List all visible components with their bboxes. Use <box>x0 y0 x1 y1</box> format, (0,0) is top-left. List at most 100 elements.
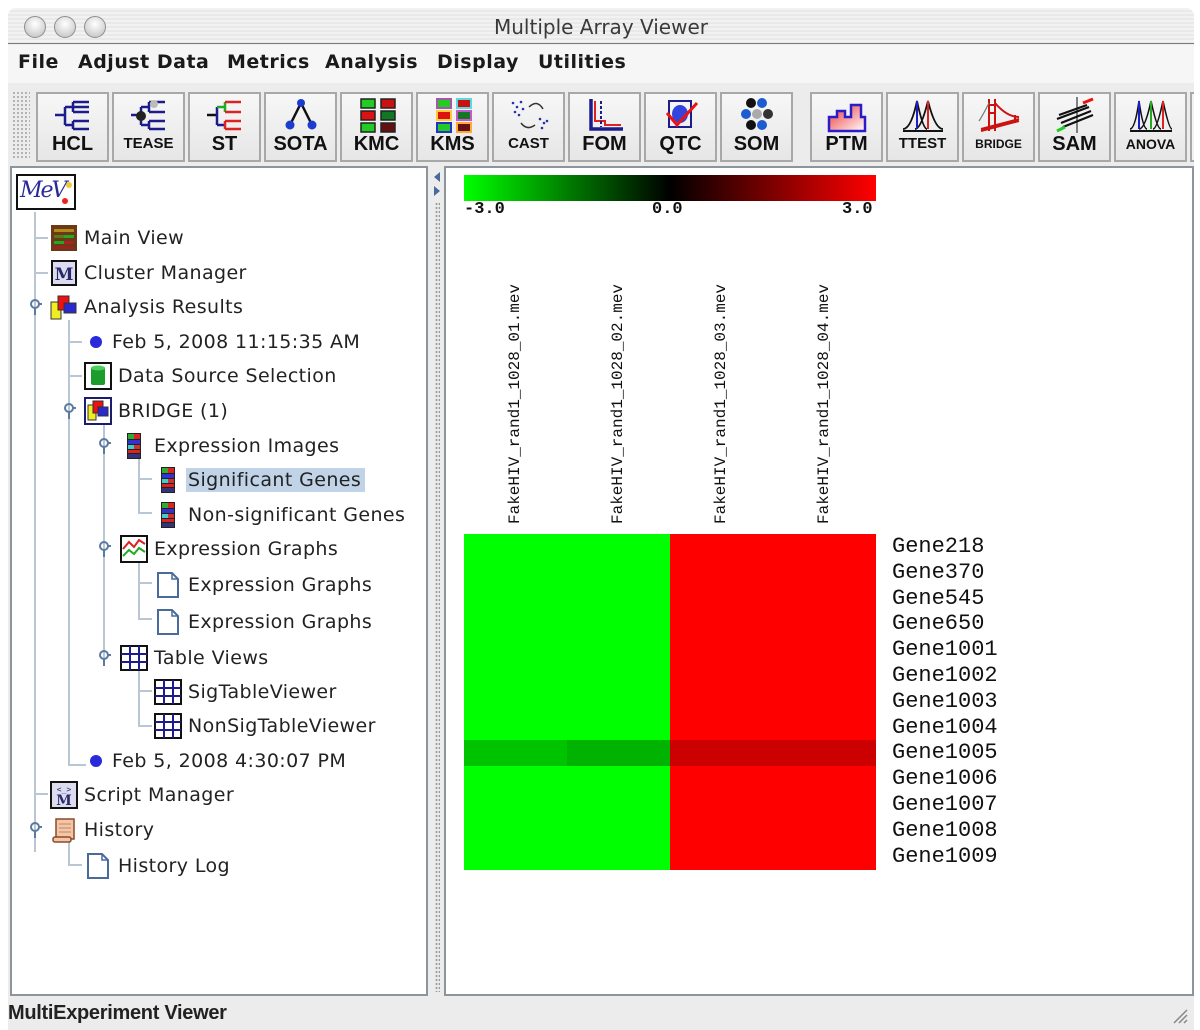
heatmap-cell[interactable] <box>670 792 773 819</box>
st-button[interactable]: ST <box>188 92 261 162</box>
tree-node-nonsig-table-viewer[interactable]: NonSigTableViewer <box>154 712 380 740</box>
menu-file[interactable]: File <box>18 51 59 73</box>
expand-handle-analysis-results[interactable] <box>28 299 42 315</box>
menu-utilities[interactable]: Utilities <box>538 51 626 73</box>
expand-handle-table-views[interactable] <box>97 650 111 666</box>
heatmap-cell[interactable] <box>567 766 670 793</box>
tree-node-sig-table-viewer[interactable]: SigTableViewer <box>154 678 341 706</box>
heatmap-cell[interactable] <box>464 766 567 793</box>
heatmap-cell[interactable] <box>464 817 567 845</box>
heatmap-cell[interactable] <box>670 714 773 741</box>
toolbar-grip[interactable] <box>12 91 30 159</box>
ttest-button[interactable]: TTEST <box>886 92 959 162</box>
heatmap-cell[interactable] <box>773 559 876 587</box>
tree-node-analysis-timestamp-1[interactable]: Feb 5, 2008 11:15:35 AM <box>84 328 364 356</box>
tree-node-non-significant-genes[interactable]: Non-significant Genes <box>154 501 409 529</box>
tree-node-bridge[interactable]: BRIDGE (1) <box>84 397 232 425</box>
expand-handle-expression-images[interactable] <box>97 438 111 454</box>
tree-node-table-views[interactable]: Table Views <box>120 644 273 672</box>
heatmap-cell[interactable] <box>464 792 567 819</box>
menu-display[interactable]: Display <box>437 51 519 73</box>
heatmap-cell[interactable] <box>567 792 670 819</box>
tree-node-expression-images[interactable]: Expression Images <box>120 432 343 460</box>
heatmap-cell[interactable] <box>464 714 567 741</box>
heatmap-cell[interactable] <box>567 585 670 612</box>
heatmap-cell[interactable] <box>567 663 670 690</box>
expand-handle-expression-graphs[interactable] <box>97 541 111 557</box>
heatmap-cell[interactable] <box>464 611 567 638</box>
anova-button[interactable]: ANOVA <box>1114 92 1187 162</box>
heatmap-cell[interactable] <box>567 611 670 638</box>
expand-handle-bridge[interactable] <box>62 403 76 419</box>
heatmap-cell[interactable] <box>567 714 670 741</box>
heatmap-cell[interactable] <box>567 559 670 587</box>
sam-button[interactable]: SAM <box>1038 92 1111 162</box>
tree-node-significant-genes[interactable]: Significant Genes <box>154 466 366 494</box>
heatmap-cell[interactable] <box>773 766 876 793</box>
heatmap-cell[interactable] <box>670 766 773 793</box>
toolbar-overflow-button[interactable] <box>1190 92 1194 162</box>
split-pane-divider[interactable] <box>430 166 444 996</box>
heatmap-cell[interactable] <box>670 740 773 767</box>
expand-handle-history[interactable] <box>28 822 42 838</box>
heatmap-cell[interactable] <box>773 740 876 767</box>
tree-node-history[interactable]: History <box>50 816 158 844</box>
heatmap-cell[interactable] <box>464 740 567 767</box>
heatmap-cell[interactable] <box>567 534 670 561</box>
heatmap-cell[interactable] <box>670 817 773 845</box>
heatmap-cell[interactable] <box>670 611 773 638</box>
heatmap-cell[interactable] <box>773 688 876 716</box>
menu-analysis[interactable]: Analysis <box>325 51 418 73</box>
heatmap-cell[interactable] <box>773 714 876 741</box>
heatmap-cell[interactable] <box>464 688 567 716</box>
heatmap-cell[interactable] <box>773 663 876 690</box>
tree-node-expression-graphs-2[interactable]: Expression Graphs <box>154 608 376 636</box>
heatmap-cell[interactable] <box>567 843 670 870</box>
heatmap-cell[interactable] <box>773 792 876 819</box>
heatmap-cell[interactable] <box>670 688 773 716</box>
heatmap-cell[interactable] <box>464 534 567 561</box>
kms-button[interactable]: KMS <box>416 92 489 162</box>
heatmap-cell[interactable] <box>670 843 773 870</box>
heatmap-cell[interactable] <box>464 663 567 690</box>
heatmap-cell[interactable] <box>464 843 567 870</box>
hcl-button[interactable]: HCL <box>36 92 109 162</box>
heatmap-cell[interactable] <box>567 688 670 716</box>
resize-grip-icon[interactable] <box>1168 1004 1188 1024</box>
bridge-button[interactable]: BRIDGE <box>962 92 1035 162</box>
tree-node-history-log[interactable]: History Log <box>84 852 234 880</box>
ptm-button[interactable]: PTM <box>810 92 883 162</box>
heatmap-cell[interactable] <box>773 585 876 612</box>
tree-node-expression-graphs-1[interactable]: Expression Graphs <box>154 571 376 599</box>
heatmap-cell[interactable] <box>567 740 670 767</box>
collapse-arrows-icon[interactable] <box>432 170 442 200</box>
heatmap-cell[interactable] <box>773 611 876 638</box>
heatmap-cell[interactable] <box>773 637 876 664</box>
kmc-button[interactable]: KMC <box>340 92 413 162</box>
heatmap-cell[interactable] <box>464 585 567 612</box>
heatmap-cell[interactable] <box>773 843 876 870</box>
heatmap-cell[interactable] <box>670 663 773 690</box>
tease-button[interactable]: TEASE <box>112 92 185 162</box>
qtc-button[interactable]: QTC <box>644 92 717 162</box>
heatmap-cell[interactable] <box>773 817 876 845</box>
menu-adjust-data[interactable]: Adjust Data <box>78 51 209 73</box>
heatmap-cell[interactable] <box>464 637 567 664</box>
sota-button[interactable]: SOTA <box>264 92 337 162</box>
heatmap-cell[interactable] <box>670 585 773 612</box>
tree-node-cluster-manager[interactable]: M Cluster Manager <box>50 259 251 287</box>
menu-metrics[interactable]: Metrics <box>227 51 310 73</box>
tree-node-main-view[interactable]: Main View <box>50 224 188 252</box>
heatmap-cell[interactable] <box>464 559 567 587</box>
heatmap-cell[interactable] <box>773 534 876 561</box>
tree-node-data-source-selection[interactable]: Data Source Selection <box>84 362 341 390</box>
tree-node-script-manager[interactable]: <_> M Script Manager <box>50 781 238 809</box>
fom-button[interactable]: FOM <box>568 92 641 162</box>
tree-node-analysis-results[interactable]: Analysis Results <box>50 293 247 321</box>
cast-button[interactable]: CAST <box>492 92 565 162</box>
heatmap-cell[interactable] <box>670 637 773 664</box>
som-button[interactable]: SOM <box>720 92 793 162</box>
tree-node-expression-graphs[interactable]: Expression Graphs <box>120 535 342 563</box>
heatmap-cell[interactable] <box>567 817 670 845</box>
heatmap-cell[interactable] <box>567 637 670 664</box>
